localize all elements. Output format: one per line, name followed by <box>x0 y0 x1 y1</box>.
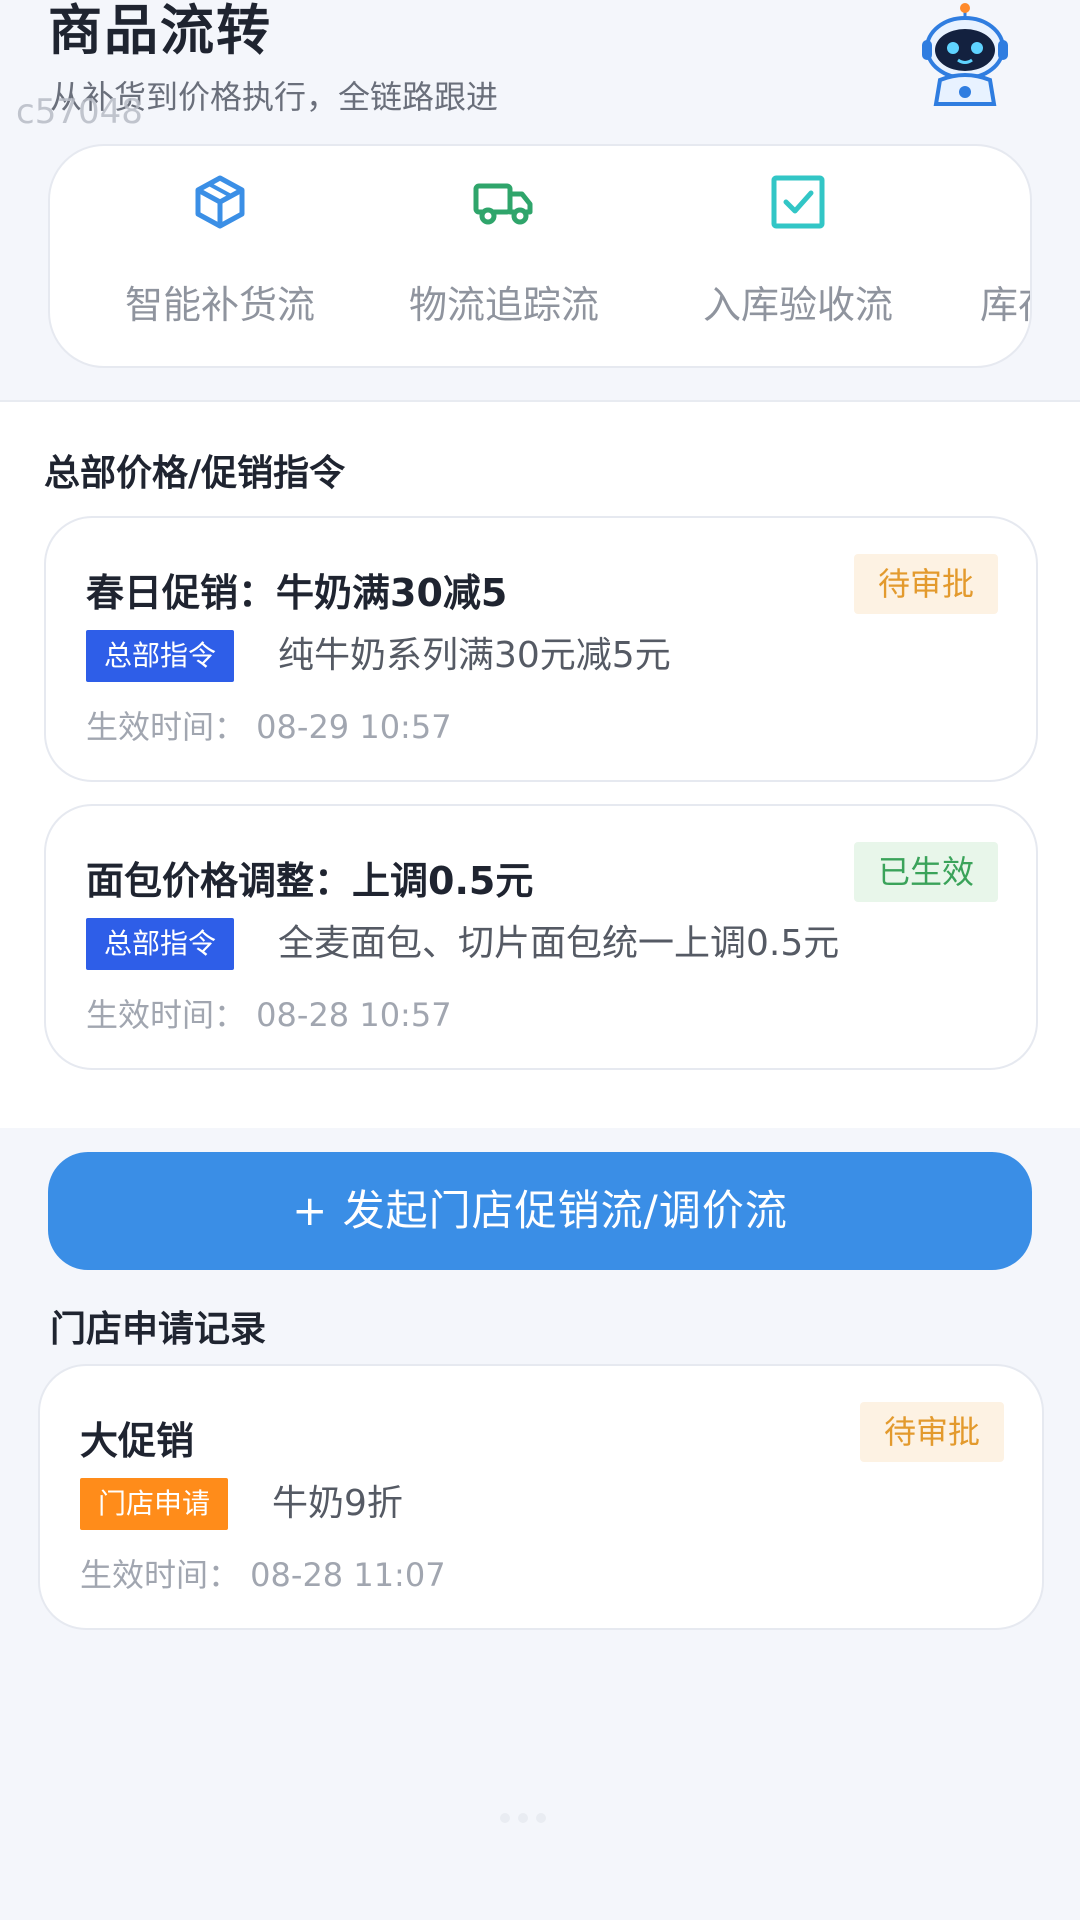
truck-icon <box>472 170 536 234</box>
effective-time: 生效时间： 08-29 10:57 <box>86 708 452 746</box>
robot-assistant-icon[interactable] <box>910 0 1020 110</box>
flow-label: 入库验收流 <box>702 283 893 327</box>
status-badge: 待审批 <box>859 1402 1004 1462</box>
status-badge: 已生效 <box>853 842 998 902</box>
watermark: c57048 <box>16 92 143 132</box>
card-description: 全麦面包、切片面包统一上调0.5元 <box>278 923 840 964</box>
header: 商品流转 从补货到价格执行，全链路跟进 c57048 <box>0 0 1080 140</box>
card-title: 面包价格调整：上调0.5元 <box>86 859 534 903</box>
flow-item-logistics[interactable]: 物流追踪流 <box>384 146 624 366</box>
flow-item-inbound[interactable]: 入库验收流 <box>678 146 918 366</box>
directive-card[interactable]: 面包价格调整：上调0.5元 已生效 总部指令 全麦面包、切片面包统一上调0.5元… <box>44 804 1038 1070</box>
flow-label: 物流追踪流 <box>408 283 599 327</box>
flow-menu: 智能补货流 物流追踪流 入库验收流 库存 <box>48 144 1032 368</box>
hq-directives-section: 总部价格/促销指令 春日促销：牛奶满30减5 待审批 总部指令 纯牛奶系列满30… <box>0 402 1080 1128</box>
checkbox-icon <box>766 170 830 234</box>
card-title: 春日促销：牛奶满30减5 <box>86 571 508 615</box>
card-description: 牛奶9折 <box>272 1483 403 1524</box>
cube-icon <box>188 170 252 234</box>
page-indicator <box>500 1808 580 1823</box>
store-tag: 门店申请 <box>80 1478 229 1530</box>
store-application-card[interactable]: 大促销 待审批 门店申请 牛奶9折 生效时间： 08-28 11:07 <box>38 1364 1044 1630</box>
flow-label: 库存 <box>980 283 1030 327</box>
flow-item-inventory[interactable]: 库存 <box>930 146 1030 366</box>
section-title: 门店申请记录 <box>50 1309 267 1350</box>
create-store-promotion-button[interactable]: + 发起门店促销流/调价流 <box>48 1152 1032 1270</box>
effective-time: 生效时间： 08-28 11:07 <box>80 1556 446 1594</box>
flow-item-replenishment[interactable]: 智能补货流 <box>100 146 340 366</box>
page-dot <box>500 1813 510 1823</box>
card-description: 纯牛奶系列满30元减5元 <box>278 635 671 676</box>
status-badge: 待审批 <box>853 554 998 614</box>
page-title: 商品流转 <box>48 0 272 62</box>
effective-time: 生效时间： 08-28 10:57 <box>86 996 452 1034</box>
page-dot <box>536 1813 546 1823</box>
card-title: 大促销 <box>80 1419 195 1463</box>
directive-card[interactable]: 春日促销：牛奶满30减5 待审批 总部指令 纯牛奶系列满30元减5元 生效时间：… <box>44 516 1038 782</box>
section-title: 总部价格/促销指令 <box>44 453 346 494</box>
page-dot <box>518 1813 528 1823</box>
hq-tag: 总部指令 <box>86 918 235 970</box>
hq-tag: 总部指令 <box>86 630 235 682</box>
flow-label: 智能补货流 <box>124 283 315 327</box>
